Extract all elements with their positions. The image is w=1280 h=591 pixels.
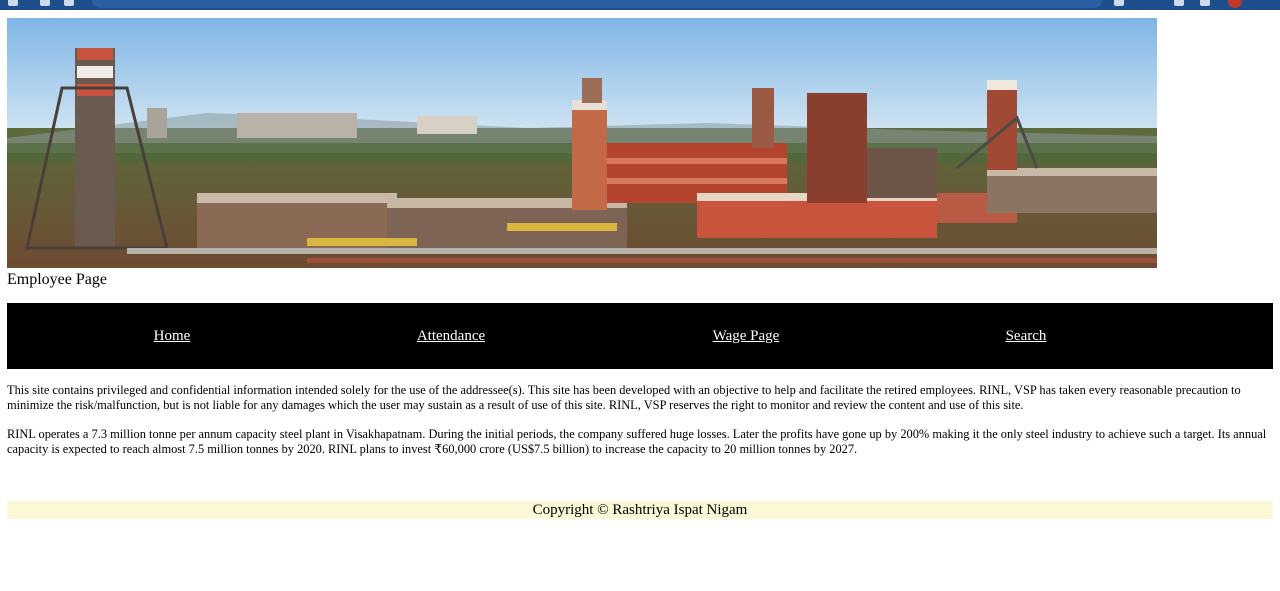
banner-image bbox=[7, 18, 1157, 268]
steel-plant-photo-icon bbox=[7, 18, 1157, 268]
bookmark-icon[interactable] bbox=[1114, 0, 1124, 6]
nav-link-attendance[interactable]: Attendance bbox=[417, 327, 485, 345]
profile-avatar-icon[interactable] bbox=[1228, 0, 1242, 8]
extensions-icon[interactable] bbox=[1174, 0, 1184, 6]
nav-link-wage-page[interactable]: Wage Page bbox=[713, 327, 780, 345]
about-text: RINL operates a 7.3 million tonne per an… bbox=[7, 427, 1267, 456]
back-icon[interactable] bbox=[8, 0, 18, 6]
reload-icon[interactable] bbox=[40, 0, 50, 6]
address-bar[interactable] bbox=[92, 0, 1102, 8]
footer-copyright: Copyright © Rashtriya Ispat Nigam bbox=[7, 501, 1273, 519]
sidebar-icon[interactable] bbox=[1200, 0, 1210, 6]
nav-link-search[interactable]: Search bbox=[1006, 327, 1047, 345]
nav-link-home[interactable]: Home bbox=[154, 327, 191, 345]
main-nav: Home Attendance Wage Page Search bbox=[7, 303, 1273, 369]
browser-toolbar bbox=[0, 0, 1280, 10]
home-icon[interactable] bbox=[64, 0, 74, 6]
disclaimer-text: This site contains privileged and confid… bbox=[7, 383, 1241, 412]
page-title: Employee Page bbox=[7, 271, 107, 288]
